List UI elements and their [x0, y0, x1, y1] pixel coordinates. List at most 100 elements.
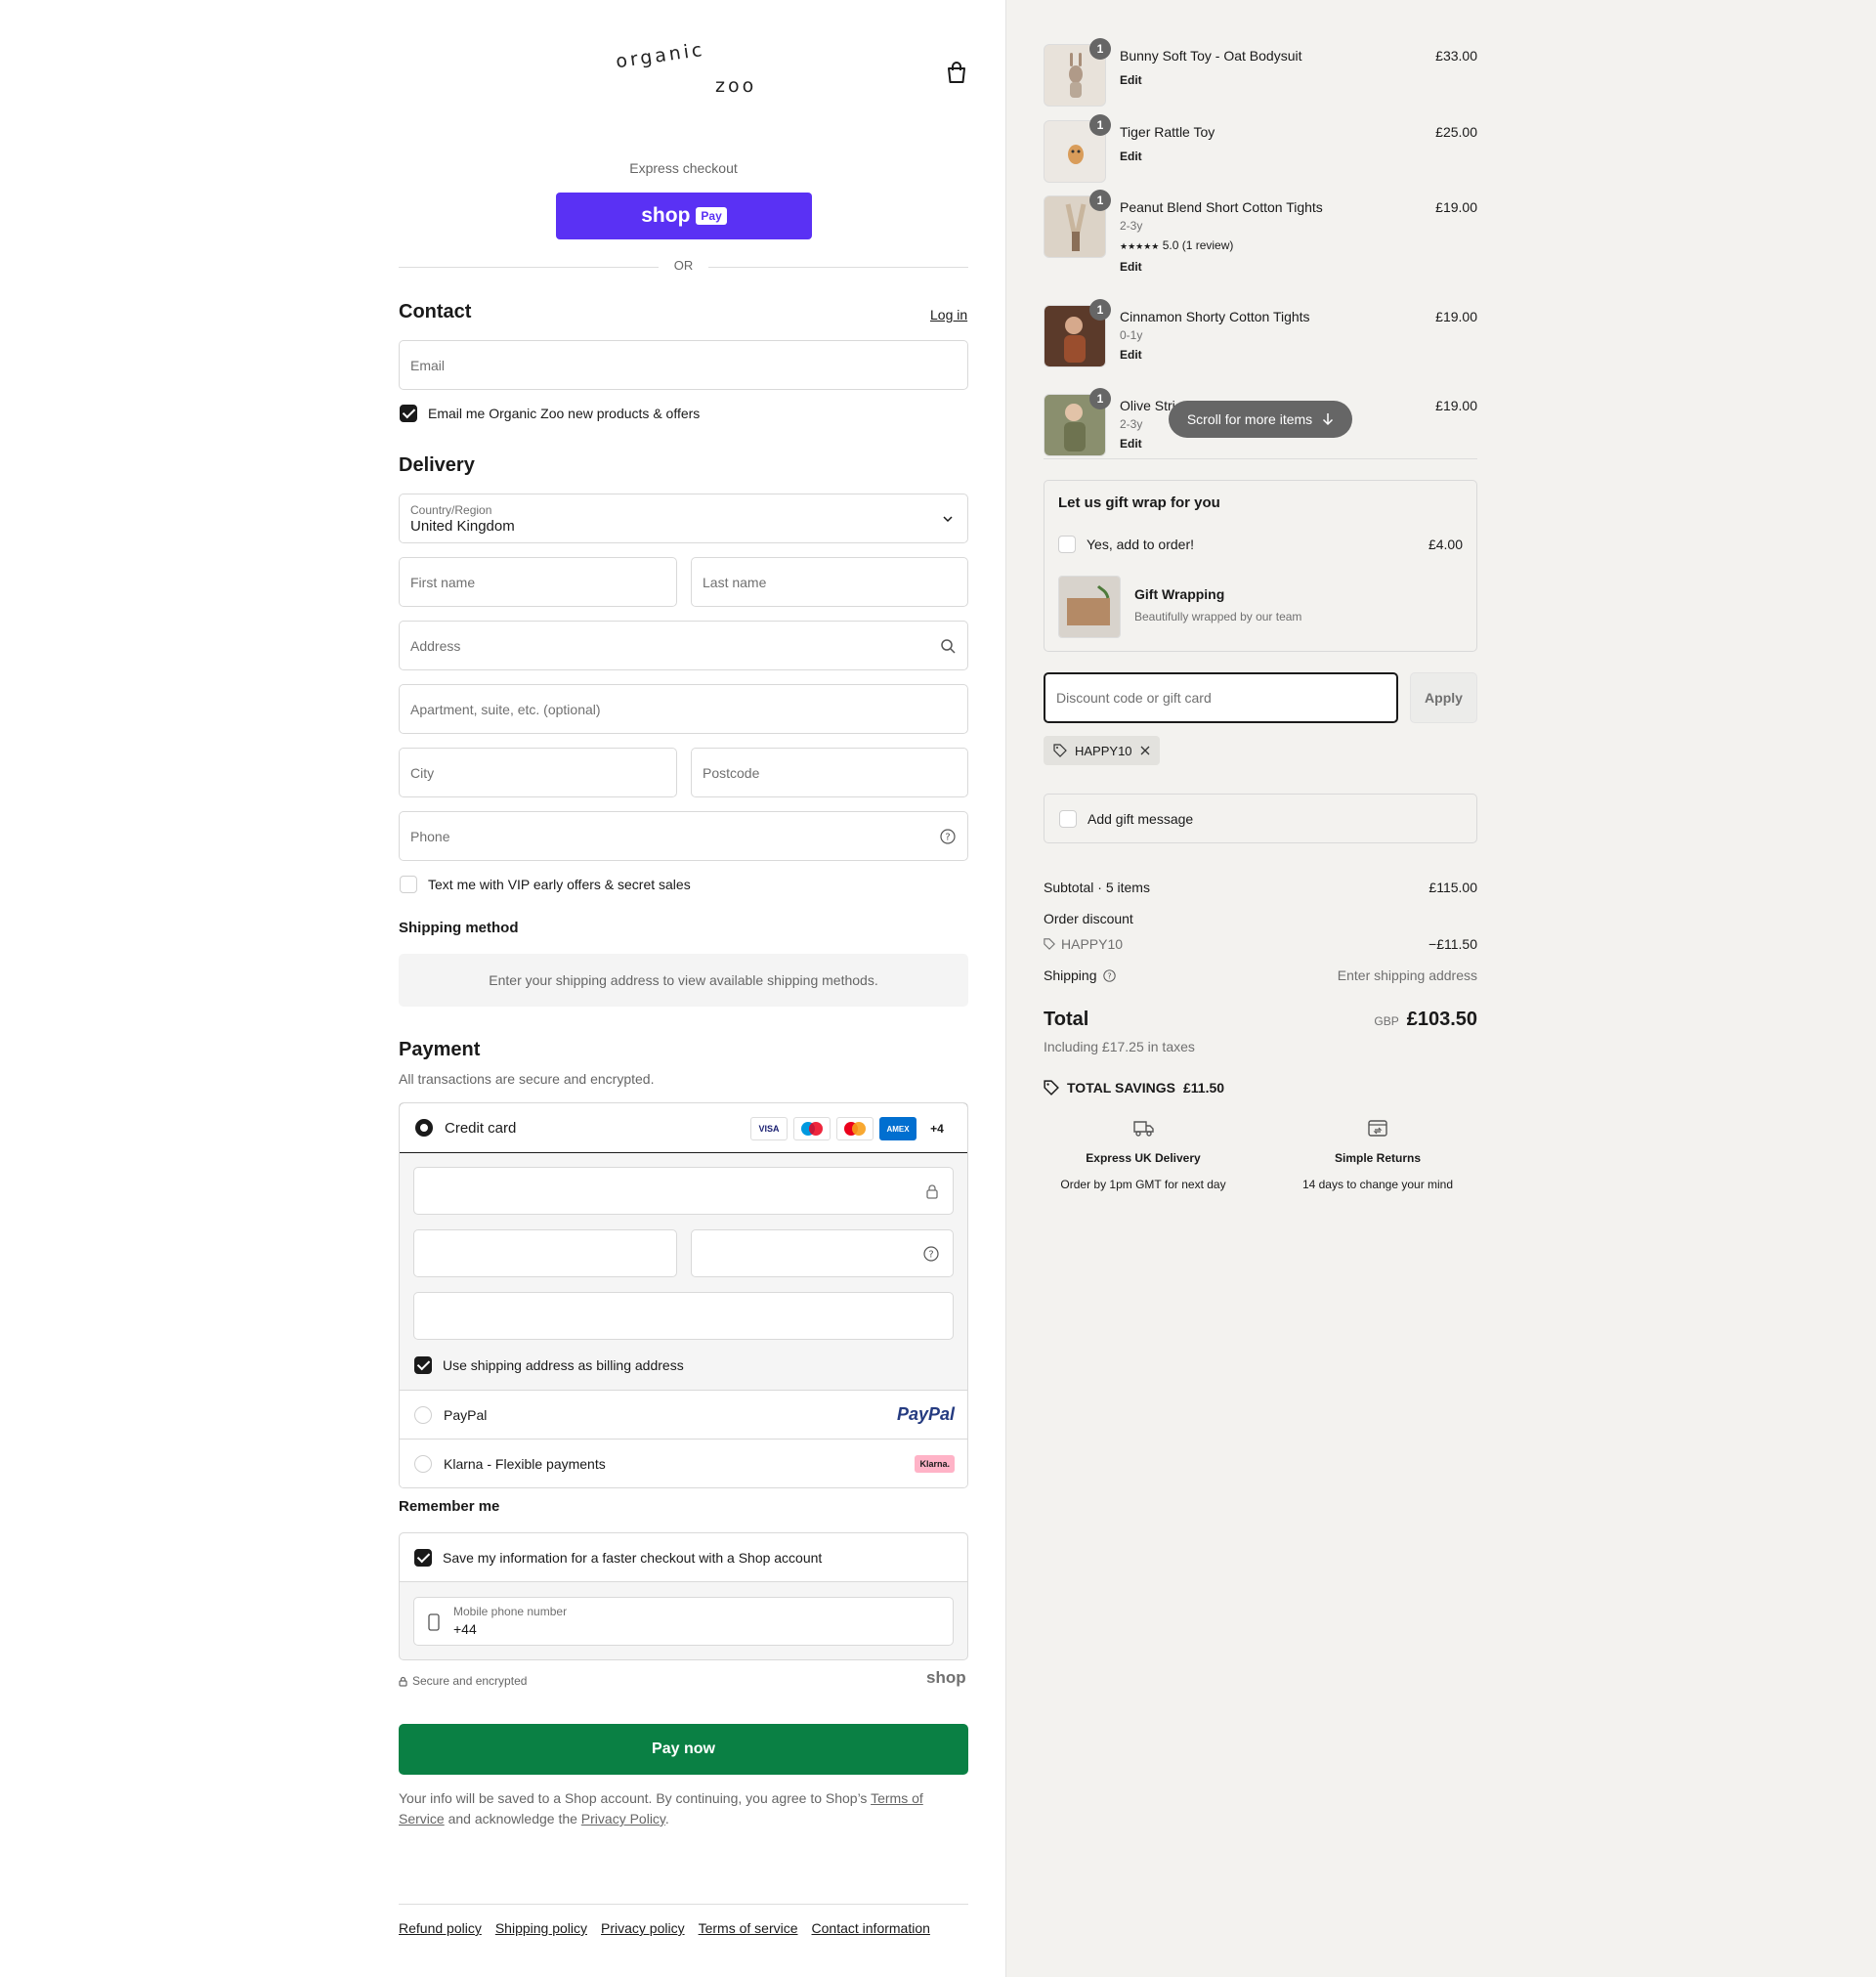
help-icon[interactable]: ?: [1102, 968, 1116, 982]
shop-pay-badge: Pay: [696, 207, 727, 225]
lock-icon: [926, 1184, 938, 1199]
help-icon[interactable]: ?: [923, 1246, 939, 1262]
checkbox-checked-icon[interactable]: [414, 1356, 432, 1374]
paypal-option[interactable]: PayPal PayPal: [400, 1390, 967, 1439]
star-rating-icon: ★★★★★: [1120, 241, 1160, 251]
cart-item: 1 Cinnamon Shorty Cotton Tights 0-1y Edi…: [1044, 299, 1477, 369]
item-name: Olive Stri: [1120, 398, 1175, 413]
checkbox-checked-icon[interactable]: [414, 1548, 432, 1567]
email-field[interactable]: Email: [399, 340, 968, 390]
checkbox-empty-icon[interactable]: [1059, 809, 1077, 828]
shop-pay-button[interactable]: shop Pay: [556, 193, 812, 239]
security-code-field[interactable]: ?: [691, 1229, 954, 1277]
address-placeholder: Address: [410, 637, 461, 654]
pay-now-button[interactable]: Pay now: [399, 1724, 968, 1775]
cart-item: 1 Bunny Soft Toy - Oat Bodysuit Edit £33…: [1044, 38, 1477, 108]
country-label: Country/Region: [410, 502, 492, 517]
mobile-phone-value: +44: [453, 1621, 477, 1637]
edit-link[interactable]: Edit: [1120, 73, 1142, 87]
feature-subtitle: 14 days to change your mind: [1301, 1178, 1454, 1191]
gift-wrap-product-name: Gift Wrapping: [1134, 586, 1225, 602]
item-name: Cinnamon Shorty Cotton Tights: [1120, 309, 1310, 324]
first-name-field[interactable]: First name: [399, 557, 677, 607]
secure-note: Secure and encrypted: [399, 1674, 527, 1688]
scroll-more-items-button[interactable]: Scroll for more items: [1169, 401, 1352, 438]
privacy-policy-link[interactable]: Privacy policy: [601, 1920, 685, 1936]
secure-label: Secure and encrypted: [412, 1674, 528, 1688]
shipping-row: Shipping ? Enter shipping address: [1044, 967, 1477, 983]
edit-link[interactable]: Edit: [1120, 260, 1142, 274]
feature-subtitle: Order by 1pm GMT for next day: [1060, 1178, 1226, 1191]
newsletter-label: Email me Organic Zoo new products & offe…: [428, 406, 701, 421]
checkbox-empty-icon[interactable]: [1058, 536, 1076, 553]
apply-discount-button[interactable]: Apply: [1410, 672, 1477, 723]
apartment-field[interactable]: Apartment, suite, etc. (optional): [399, 684, 968, 734]
edit-link[interactable]: Edit: [1120, 150, 1142, 163]
item-price: £19.00: [1435, 398, 1477, 413]
or-label: OR: [673, 258, 694, 273]
edit-link[interactable]: Edit: [1120, 437, 1142, 451]
legal-text: Your info will be saved to a Shop accoun…: [399, 1788, 968, 1829]
footer-links: Refund policy Shipping policy Privacy po…: [399, 1904, 968, 1936]
express-checkout-label: Express checkout: [629, 160, 738, 176]
savings-label: TOTAL SAVINGS: [1067, 1080, 1175, 1096]
sms-checkbox[interactable]: Text me with VIP early offers & secret s…: [400, 876, 691, 893]
organic-zoo-logo[interactable]: organic zoo: [606, 39, 762, 107]
radio-empty-icon[interactable]: [414, 1405, 432, 1424]
order-discount-row: Order discount: [1044, 911, 1477, 926]
mobile-phone-field[interactable]: Mobile phone number +44: [413, 1597, 954, 1646]
shipping-method-heading: Shipping method: [399, 920, 519, 936]
billing-checkbox[interactable]: Use shipping address as billing address: [414, 1356, 684, 1374]
radio-selected-icon[interactable]: [415, 1119, 433, 1137]
tag-icon: [1053, 744, 1067, 757]
radio-empty-icon[interactable]: [414, 1454, 432, 1473]
contact-information-link[interactable]: Contact information: [812, 1920, 930, 1936]
total-savings: TOTAL SAVINGS £11.50: [1044, 1080, 1224, 1096]
city-field[interactable]: City: [399, 748, 677, 797]
postcode-field[interactable]: Postcode: [691, 748, 968, 797]
item-price: £25.00: [1435, 124, 1477, 140]
shopping-bag-icon[interactable]: [946, 61, 967, 84]
refund-policy-link[interactable]: Refund policy: [399, 1920, 482, 1936]
credit-card-option[interactable]: Credit card VISA AMEX +4: [400, 1103, 967, 1153]
terms-of-service-link[interactable]: Terms of service: [699, 1920, 798, 1936]
gift-message-checkbox[interactable]: Add gift message: [1044, 794, 1477, 843]
gift-wrap-checkbox[interactable]: Yes, add to order!: [1058, 536, 1194, 553]
maestro-icon: [793, 1117, 831, 1140]
privacy-link[interactable]: Privacy Policy: [581, 1811, 665, 1827]
card-number-field[interactable]: [413, 1167, 954, 1215]
newsletter-checkbox[interactable]: Email me Organic Zoo new products & offe…: [400, 405, 700, 422]
last-name-field[interactable]: Last name: [691, 557, 968, 607]
name-on-card-field[interactable]: [413, 1292, 954, 1340]
gift-wrap-price: £4.00: [1428, 537, 1463, 552]
shipping-policy-link[interactable]: Shipping policy: [495, 1920, 587, 1936]
search-icon: [941, 639, 956, 654]
expiry-field[interactable]: [413, 1229, 677, 1277]
edit-link[interactable]: Edit: [1120, 348, 1142, 362]
phone-placeholder: Phone: [410, 828, 450, 844]
login-link[interactable]: Log in: [930, 307, 967, 322]
help-icon[interactable]: ?: [940, 829, 956, 844]
discount-code-input[interactable]: Discount code or gift card: [1044, 672, 1398, 723]
country-select[interactable]: Country/Region United Kingdom: [399, 494, 968, 543]
checkbox-empty-icon[interactable]: [400, 876, 417, 893]
credit-card-label: Credit card: [445, 1119, 517, 1137]
save-info-checkbox[interactable]: Save my information for a faster checkou…: [400, 1533, 967, 1582]
quantity-badge: 1: [1089, 114, 1111, 136]
address-field[interactable]: Address: [399, 621, 968, 670]
close-icon[interactable]: [1140, 746, 1150, 755]
cart-item: 1 Tiger Rattle Toy Edit £25.00: [1044, 114, 1477, 185]
shipping-value: Enter shipping address: [1337, 967, 1477, 983]
returns-box-icon: [1368, 1120, 1387, 1137]
klarna-option[interactable]: Klarna - Flexible payments Klarna.: [400, 1439, 967, 1487]
subtotal-value: £115.00: [1428, 880, 1477, 895]
subtotal-row: Subtotal · 5 items £115.00: [1044, 880, 1477, 895]
discount-value: −£11.50: [1428, 936, 1477, 952]
klarna-logo: Klarna.: [915, 1454, 955, 1473]
legal-middle: and acknowledge the: [444, 1811, 581, 1827]
delivery-truck-icon: [1133, 1121, 1154, 1137]
phone-field[interactable]: Phone ?: [399, 811, 968, 861]
checkbox-checked-icon[interactable]: [400, 405, 417, 422]
gift-wrap-heading: Let us gift wrap for you: [1058, 494, 1220, 511]
item-price: £19.00: [1435, 309, 1477, 324]
